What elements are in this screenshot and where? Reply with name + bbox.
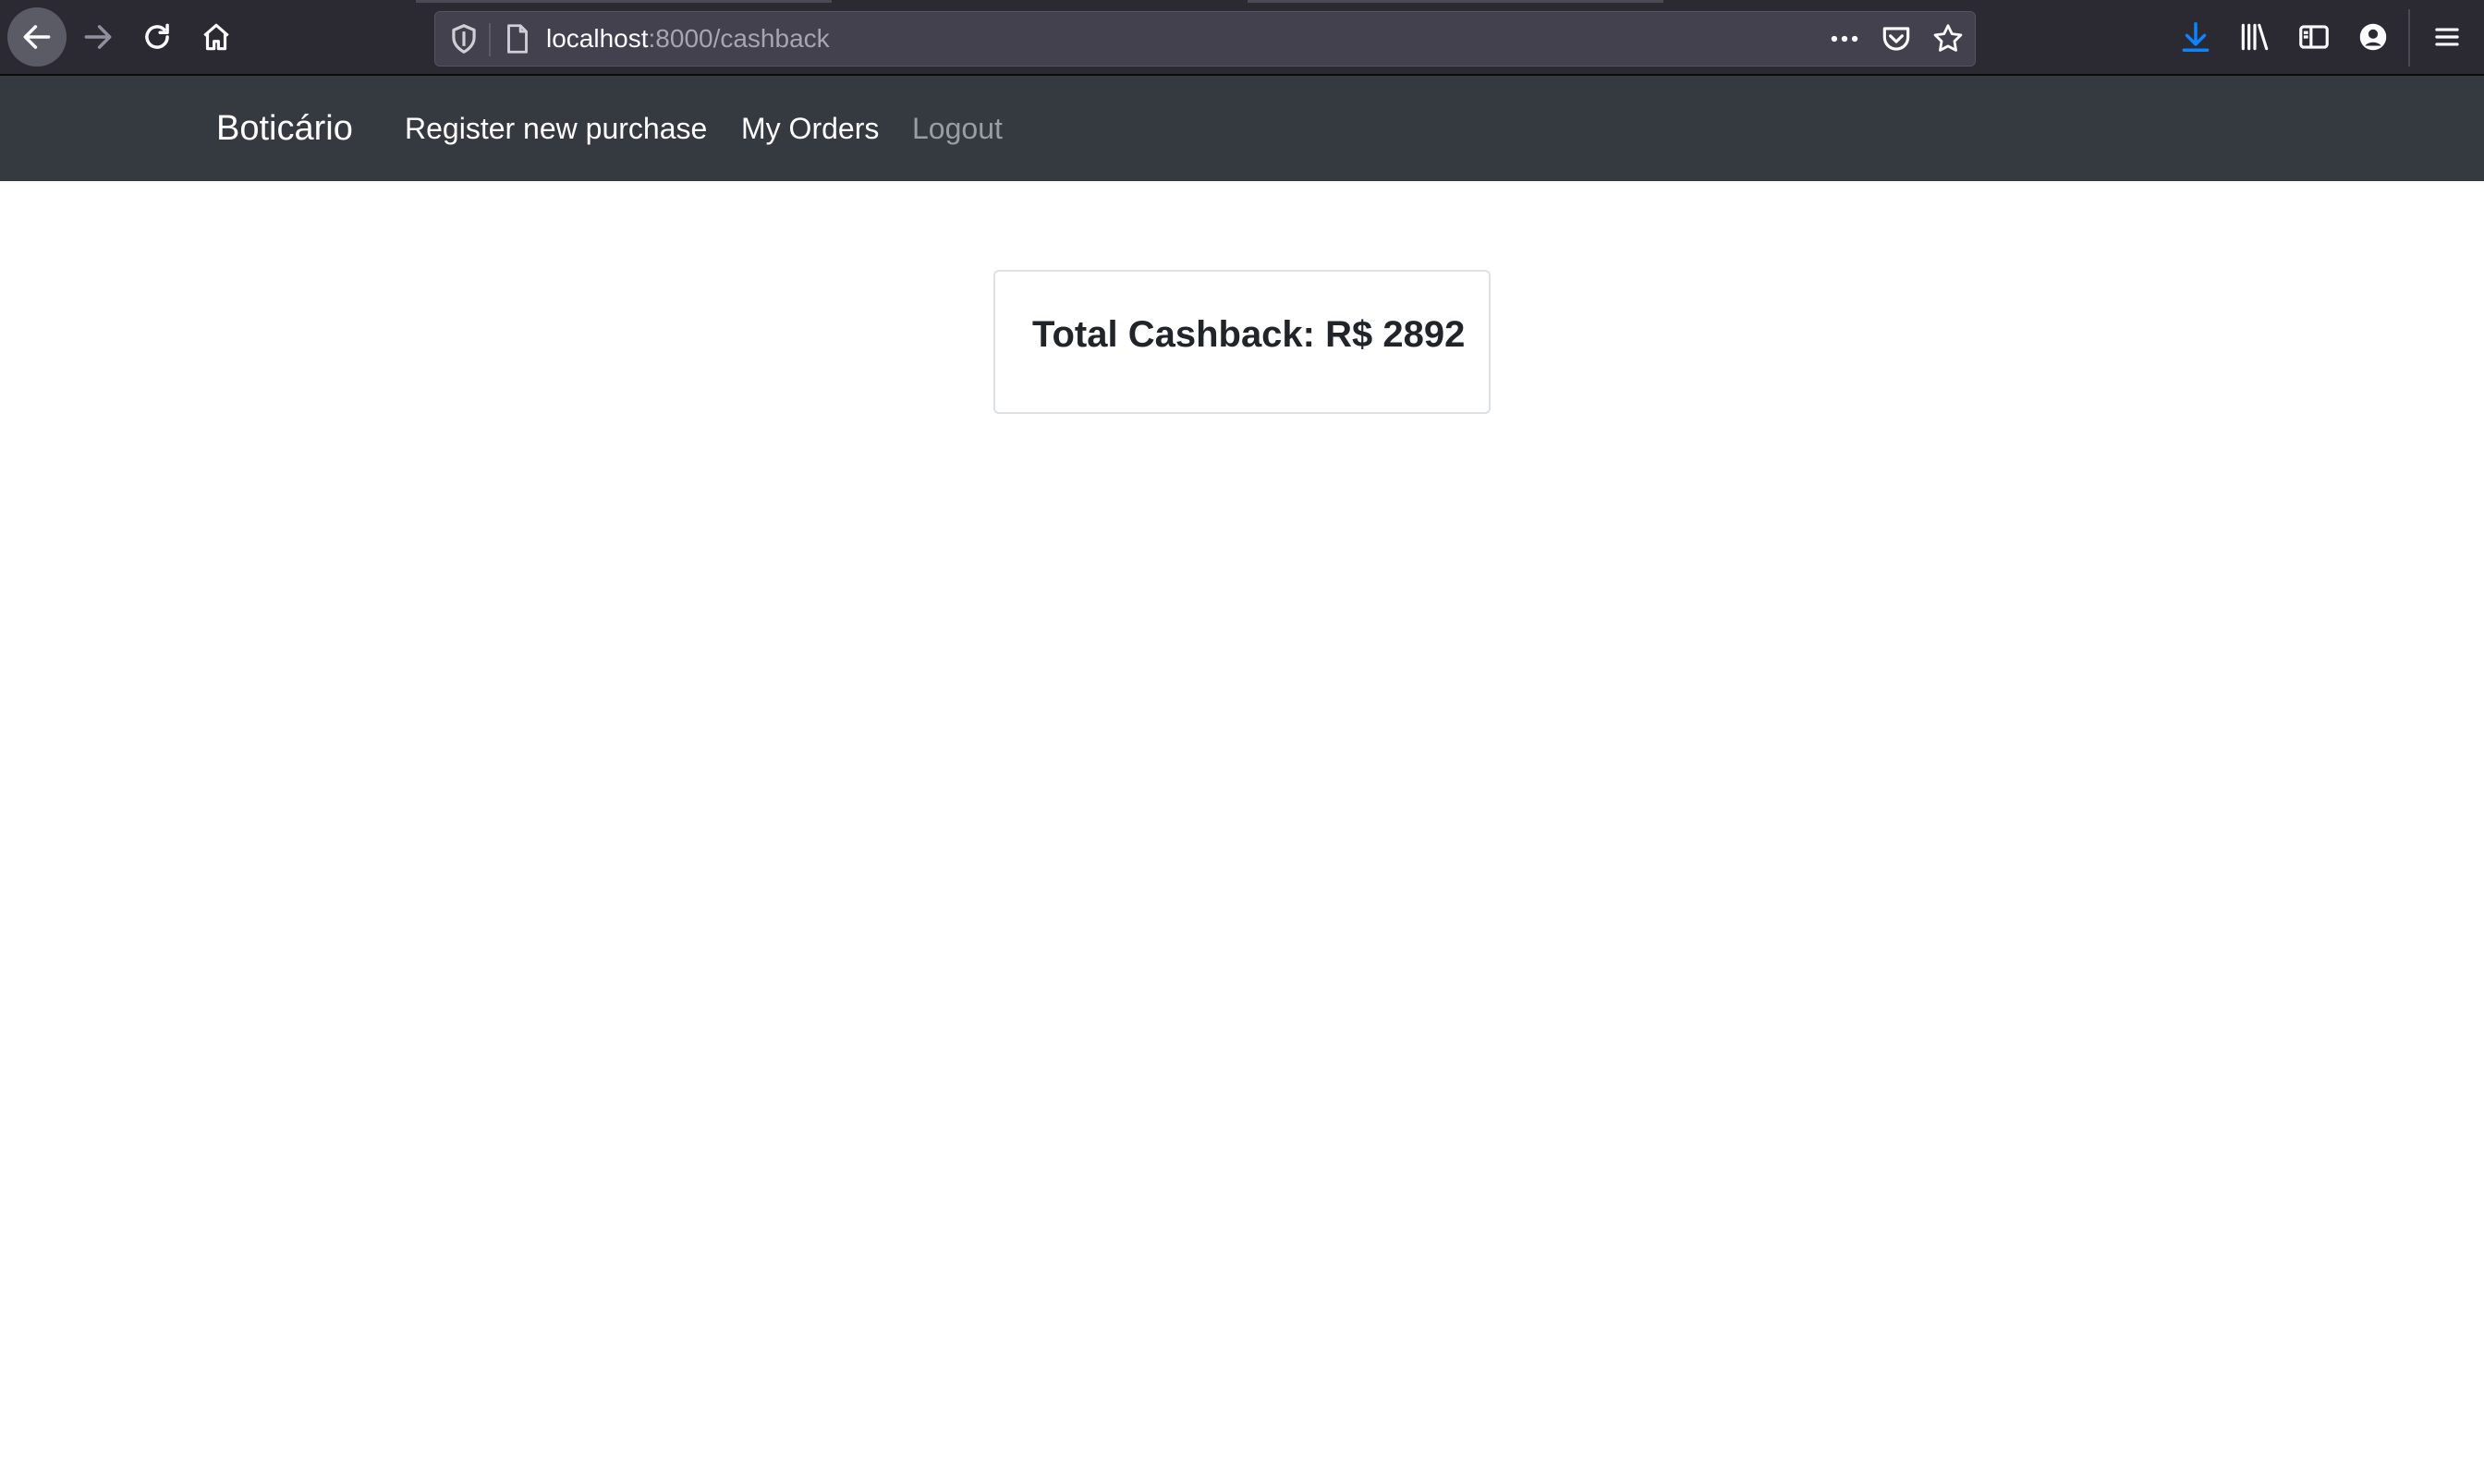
more-dots-icon[interactable] xyxy=(1827,21,1862,56)
library-icon xyxy=(2241,23,2269,51)
url-host: localhost xyxy=(546,24,649,53)
address-bar[interactable]: localhost:8000/cashback xyxy=(434,11,1976,67)
app-navbar: Boticário Register new purchase My Order… xyxy=(0,76,2484,181)
account-icon xyxy=(2359,23,2387,51)
nav-link-my-orders[interactable]: My Orders xyxy=(741,76,879,181)
nav-link-register-purchase[interactable]: Register new purchase xyxy=(405,76,707,181)
sidebar-button[interactable] xyxy=(2284,7,2344,67)
back-button[interactable] xyxy=(7,7,67,67)
star-icon[interactable] xyxy=(1930,21,1966,56)
back-arrow-icon xyxy=(23,25,51,49)
reload-icon xyxy=(145,23,169,49)
downloads-button[interactable] xyxy=(2166,7,2225,67)
home-icon xyxy=(203,23,229,51)
download-icon xyxy=(2182,22,2210,52)
nav-link-logout[interactable]: Logout xyxy=(912,76,1003,181)
page-icon[interactable] xyxy=(500,21,535,56)
brand-link[interactable]: Boticário xyxy=(216,76,353,181)
pocket-icon[interactable] xyxy=(1879,21,1914,56)
toolbar-divider xyxy=(2408,9,2410,67)
account-button[interactable] xyxy=(2344,7,2403,67)
forward-arrow-icon xyxy=(84,25,112,49)
tab-indicator xyxy=(416,0,832,3)
cashback-card: Total Cashback: R$ 2892 xyxy=(993,270,1491,414)
shield-icon[interactable] xyxy=(446,21,481,56)
url-path: :8000/cashback xyxy=(648,24,830,53)
url-divider xyxy=(489,23,491,56)
home-button[interactable] xyxy=(187,7,246,67)
sidebar-icon xyxy=(2299,25,2329,49)
hamburger-menu-icon xyxy=(2435,28,2459,46)
library-button[interactable] xyxy=(2225,7,2284,67)
forward-button[interactable] xyxy=(68,7,128,67)
browser-toolbar: localhost:8000/cashback xyxy=(0,0,2484,76)
menu-button[interactable] xyxy=(2417,7,2477,67)
total-cashback-heading: Total Cashback: R$ 2892 xyxy=(1032,314,1466,355)
url-text[interactable]: localhost:8000/cashback xyxy=(546,12,830,66)
reload-button[interactable] xyxy=(128,7,187,67)
tab-indicator xyxy=(1248,0,1663,3)
